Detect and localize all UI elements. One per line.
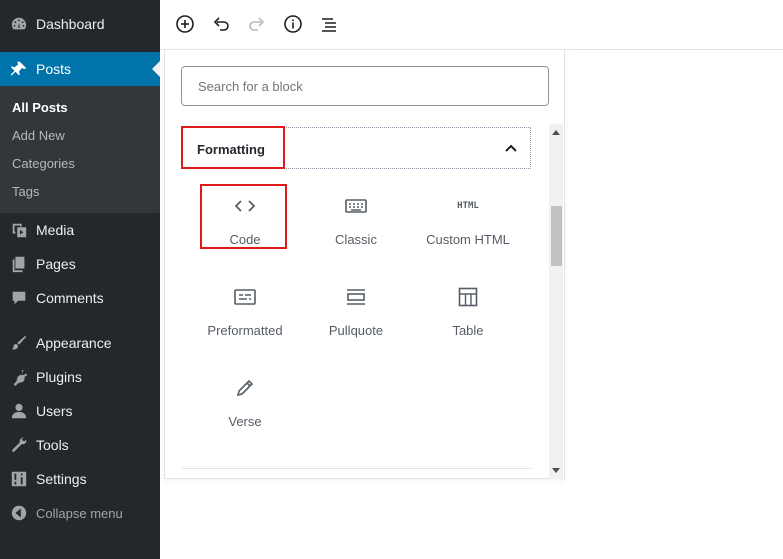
block-classic[interactable]: Classic bbox=[306, 180, 406, 260]
menu-item-pages[interactable]: Pages bbox=[0, 247, 160, 281]
block-label: Code bbox=[229, 232, 261, 247]
html-icon: HTML bbox=[456, 194, 480, 218]
panel-divider bbox=[182, 468, 531, 469]
submenu-all-posts[interactable]: All Posts bbox=[12, 100, 68, 115]
menu-item-settings[interactable]: Settings bbox=[0, 462, 160, 496]
posts-submenu: All Posts Add New Categories Tags bbox=[0, 86, 160, 213]
menu-item-users[interactable]: Users bbox=[0, 394, 160, 428]
menu-item-tools[interactable]: Tools bbox=[0, 428, 160, 462]
formatting-panel-toggle[interactable]: Formatting bbox=[182, 127, 531, 169]
submenu-add-new[interactable]: Add New bbox=[12, 128, 65, 143]
menu-item-posts[interactable]: Posts bbox=[0, 52, 160, 86]
block-table[interactable]: Table bbox=[418, 271, 518, 351]
menu-label-tools: Tools bbox=[36, 437, 69, 453]
pushpin-icon bbox=[9, 59, 29, 79]
chevron-up-icon bbox=[505, 144, 517, 152]
block-search-input[interactable] bbox=[181, 66, 549, 106]
block-preformatted[interactable]: Preformatted bbox=[195, 271, 295, 351]
keyboard-icon bbox=[344, 194, 368, 218]
plus-circle-icon bbox=[176, 15, 194, 33]
collapse-menu-button[interactable]: Collapse menu bbox=[0, 496, 160, 530]
redo-button[interactable] bbox=[244, 11, 270, 37]
undo-button[interactable] bbox=[208, 11, 234, 37]
settings-icon bbox=[9, 469, 29, 489]
menu-label-comments: Comments bbox=[36, 290, 104, 306]
info-button[interactable] bbox=[280, 11, 306, 37]
pullquote-icon bbox=[344, 285, 368, 309]
undo-icon bbox=[213, 17, 229, 31]
block-label: Preformatted bbox=[207, 323, 283, 338]
menu-item-plugins[interactable]: Plugins bbox=[0, 360, 160, 394]
active-indicator bbox=[152, 61, 160, 77]
submenu-tags[interactable]: Tags bbox=[12, 184, 39, 199]
menu-item-dashboard[interactable]: Dashboard bbox=[0, 7, 160, 41]
table-icon bbox=[456, 285, 480, 309]
menu-label-media: Media bbox=[36, 222, 75, 238]
menu-label-collapse: Collapse menu bbox=[36, 505, 123, 521]
dashboard-icon bbox=[9, 14, 29, 34]
scroll-up-arrow-icon[interactable] bbox=[552, 130, 560, 135]
block-label: Pullquote bbox=[328, 323, 384, 338]
block-code[interactable]: Code bbox=[195, 180, 295, 260]
admin-sidebar: Dashboard Posts All Posts Add New Catego… bbox=[0, 0, 160, 559]
wrench-icon bbox=[9, 435, 29, 455]
media-icon bbox=[9, 220, 29, 240]
block-verse[interactable]: Verse bbox=[195, 362, 295, 442]
paintbrush-icon bbox=[9, 333, 29, 353]
menu-item-comments[interactable]: Comments bbox=[0, 281, 160, 315]
block-custom-html[interactable]: HTML Custom HTML bbox=[418, 180, 518, 260]
block-navigation-button[interactable] bbox=[316, 11, 342, 37]
comment-icon bbox=[9, 288, 29, 308]
menu-label-users: Users bbox=[36, 403, 73, 419]
block-pullquote[interactable]: Pullquote bbox=[306, 271, 406, 351]
redo-icon bbox=[249, 17, 265, 31]
panel-title: Formatting bbox=[197, 142, 265, 157]
block-label: Verse bbox=[228, 414, 262, 429]
block-inserter-popover: Formatting Code Classic HTML Custom HTML… bbox=[164, 49, 565, 479]
pencil-icon bbox=[233, 376, 257, 400]
pages-icon bbox=[9, 254, 29, 274]
user-icon bbox=[9, 401, 29, 421]
list-view-icon bbox=[322, 18, 336, 32]
menu-label-pages: Pages bbox=[36, 256, 76, 272]
editor-toolbar bbox=[160, 0, 783, 50]
menu-label-dashboard: Dashboard bbox=[36, 16, 105, 32]
menu-item-appearance[interactable]: Appearance bbox=[0, 326, 160, 360]
scroll-down-arrow-icon[interactable] bbox=[552, 468, 560, 473]
menu-label-settings: Settings bbox=[36, 471, 87, 487]
preformatted-icon bbox=[233, 285, 257, 309]
inserter-scrollbar[interactable] bbox=[549, 124, 563, 479]
menu-item-media[interactable]: Media bbox=[0, 213, 160, 247]
block-label: Custom HTML bbox=[426, 232, 510, 247]
plugin-icon bbox=[9, 367, 29, 387]
menu-label-appearance: Appearance bbox=[36, 335, 112, 351]
menu-label-plugins: Plugins bbox=[36, 369, 82, 385]
menu-label-posts: Posts bbox=[36, 61, 72, 77]
scroll-thumb[interactable] bbox=[551, 206, 562, 266]
block-label: Table bbox=[452, 323, 484, 338]
html-icon-text: HTML bbox=[457, 201, 479, 211]
code-icon bbox=[233, 194, 257, 218]
collapse-arrow-icon bbox=[9, 503, 29, 523]
add-block-button[interactable] bbox=[172, 11, 198, 37]
block-label: Classic bbox=[335, 232, 377, 247]
info-icon bbox=[284, 15, 302, 33]
submenu-categories[interactable]: Categories bbox=[12, 156, 75, 171]
